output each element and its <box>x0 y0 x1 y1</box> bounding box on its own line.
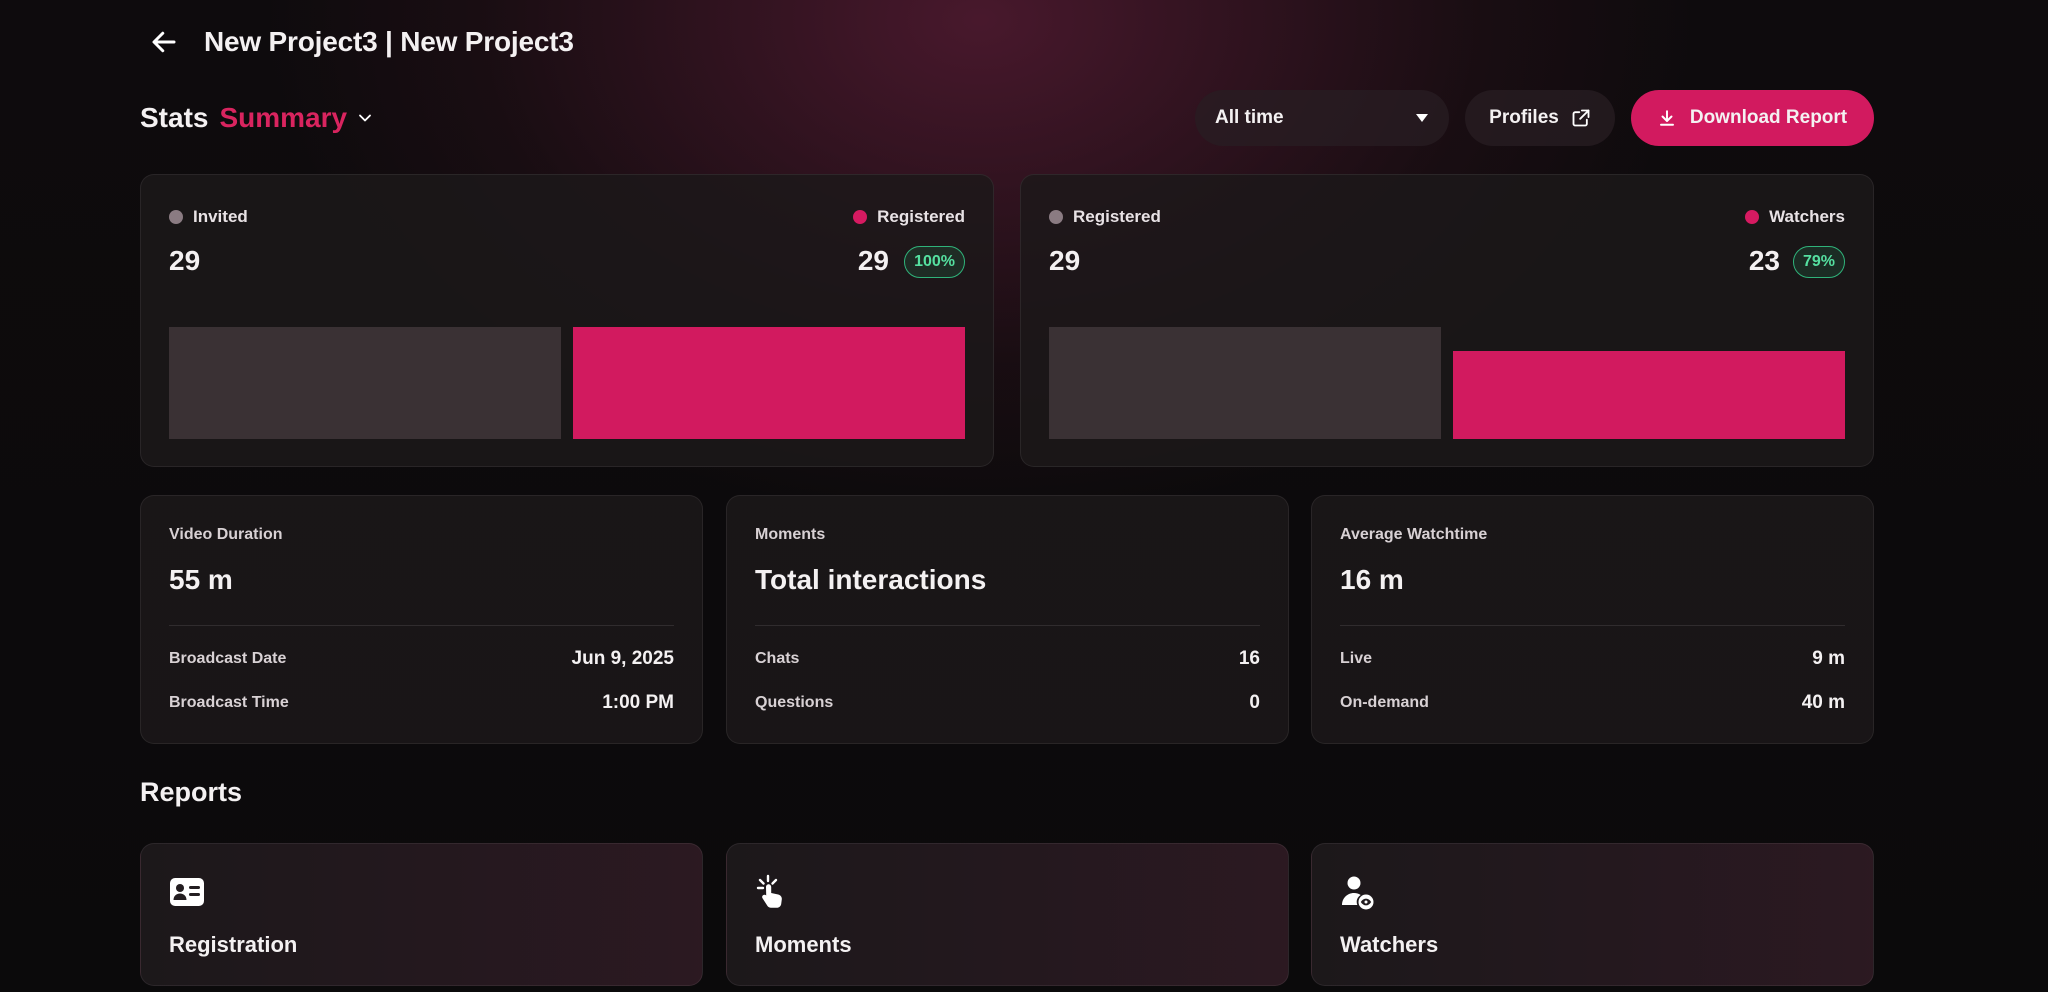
info-row: Broadcast Time 1:00 PM <box>169 692 674 714</box>
legend-label: Registered <box>877 207 965 226</box>
legend-dot <box>1745 210 1760 224</box>
card-label: Moments <box>755 526 826 543</box>
info-row: Broadcast Date Jun 9, 2025 <box>169 648 674 670</box>
report-card-registration[interactable]: Registration <box>140 843 703 986</box>
download-icon <box>1659 110 1674 126</box>
row-key: Live <box>1340 650 1373 667</box>
reports-heading: Reports <box>140 777 243 807</box>
funnel-bars <box>169 327 965 439</box>
legend-invited: Invited <box>169 207 248 227</box>
date-range-value: All time <box>1215 107 1284 128</box>
date-range-select[interactable]: All time <box>1195 90 1449 146</box>
id-card-icon <box>170 878 204 906</box>
card-label: Video Duration <box>169 526 283 543</box>
report-card-moments[interactable]: Moments <box>726 843 1289 986</box>
user-eye-icon <box>1342 876 1374 910</box>
info-row: Questions 0 <box>755 692 1260 714</box>
registered-count: 29 <box>1049 245 1081 276</box>
profiles-button-label: Profiles <box>1489 107 1559 128</box>
chevron-down-icon <box>359 114 372 122</box>
title-bar: New Project3 | New Project3 <box>146 24 574 60</box>
report-label: Watchers <box>1340 932 1439 957</box>
row-key: Broadcast Date <box>169 650 287 667</box>
info-row: Chats 16 <box>755 648 1260 670</box>
arrow-left-icon <box>152 31 176 53</box>
conversion-badge: 100% <box>904 246 965 278</box>
funnel-bars <box>1049 327 1845 439</box>
legend-watchers: Watchers <box>1745 207 1845 227</box>
divider <box>1340 625 1845 626</box>
legend-dot <box>853 210 868 224</box>
caret-down-icon <box>1416 114 1428 122</box>
watchers-count: 23 <box>1748 245 1780 276</box>
row-key: Questions <box>755 694 834 711</box>
card-value: Total interactions <box>755 564 987 595</box>
profiles-button[interactable]: Profiles <box>1465 90 1615 146</box>
bar-registered <box>1049 327 1441 439</box>
view-selector-label[interactable]: Summary <box>219 102 347 134</box>
info-row: Live 9 m <box>1340 648 1845 670</box>
legend-label: Registered <box>1073 207 1161 226</box>
info-row: On-demand 40 m <box>1340 692 1845 714</box>
legend-dot <box>1049 210 1063 224</box>
conversion-badge: 79% <box>1792 246 1845 278</box>
invited-count: 29 <box>169 245 201 276</box>
row-value: 16 <box>1238 648 1260 669</box>
report-label: Registration <box>169 932 298 957</box>
tap-hand-icon <box>756 874 782 908</box>
page-title: New Project3 | New Project3 <box>204 26 574 57</box>
download-report-label: Download Report <box>1689 107 1848 128</box>
external-link-icon <box>1572 109 1590 127</box>
row-value: 0 <box>1249 692 1260 713</box>
legend-dot <box>169 210 183 224</box>
bar-watchers <box>1453 350 1845 439</box>
row-value: 9 m <box>1812 648 1845 669</box>
report-card-watchers[interactable]: Watchers <box>1311 843 1874 986</box>
divider <box>755 625 1260 626</box>
row-value: 1:00 PM <box>602 692 674 713</box>
toolbar-actions: All time Profiles Download Report <box>1195 90 1874 146</box>
moments-card: Moments Total interactions Chats 16 Ques… <box>726 495 1289 744</box>
legend-registered: Registered <box>1049 207 1161 227</box>
bar-invited <box>169 327 561 439</box>
download-report-button[interactable]: Download Report <box>1631 90 1874 146</box>
row-value: 40 m <box>1801 692 1845 713</box>
bar-registered <box>573 327 965 439</box>
legend-label: Invited <box>193 207 248 226</box>
card-value: 55 m <box>169 564 233 595</box>
row-key: Chats <box>755 650 800 667</box>
row-value: Jun 9, 2025 <box>571 648 674 669</box>
divider <box>169 625 674 626</box>
registered-count: 29 <box>857 245 889 276</box>
card-value: 16 m <box>1340 564 1404 595</box>
row-key: On-demand <box>1340 694 1429 711</box>
back-button[interactable] <box>146 24 182 60</box>
funnel-card-invited-registered: Invited Registered 29 29 100% <box>140 174 994 467</box>
report-label: Moments <box>755 932 852 957</box>
average-watchtime-card: Average Watchtime 16 m Live 9 m On-deman… <box>1311 495 1874 744</box>
card-label: Average Watchtime <box>1340 526 1488 543</box>
legend-label: Watchers <box>1769 207 1845 226</box>
stats-label: Stats <box>140 102 209 133</box>
legend-registered: Registered <box>853 207 965 227</box>
funnel-card-registered-watchers: Registered Watchers 29 23 79% <box>1020 174 1874 467</box>
video-duration-card: Video Duration 55 m Broadcast Date Jun 9… <box>140 495 703 744</box>
view-selector-chevron[interactable] <box>355 108 375 128</box>
stats-toolbar: Stats Summary All time Profiles Download… <box>140 88 1874 148</box>
row-key: Broadcast Time <box>169 694 289 711</box>
